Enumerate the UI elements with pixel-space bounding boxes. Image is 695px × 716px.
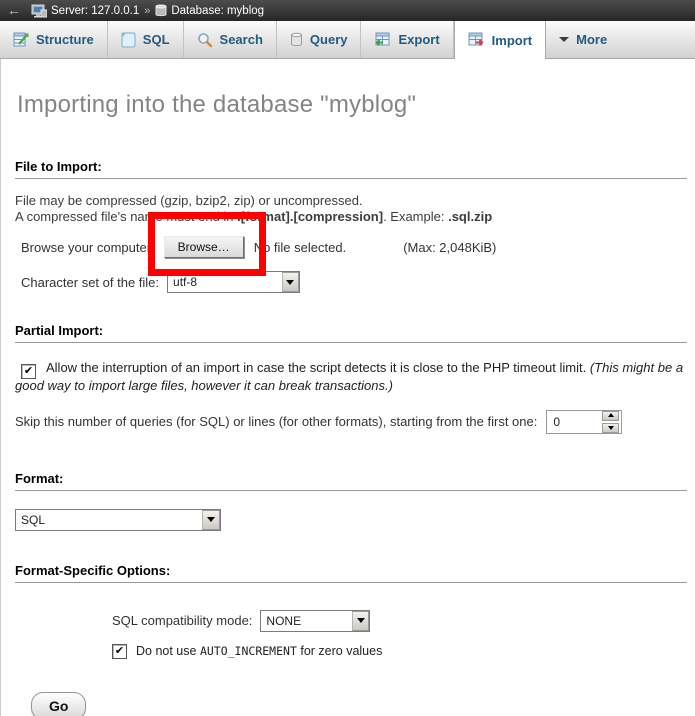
export-table-icon bbox=[374, 32, 391, 48]
import-page: Importing into the database "myblog" Fil… bbox=[0, 59, 695, 716]
sql-compatibility-row: SQL compatibility mode: NONE bbox=[112, 610, 689, 632]
tab-label: Export bbox=[398, 32, 439, 47]
compression-info: File may be compressed (gzip, bzip2, zip… bbox=[15, 193, 689, 225]
compression-info-line1: File may be compressed (gzip, bzip2, zip… bbox=[15, 193, 689, 209]
section-heading-format-options: Format-Specific Options: bbox=[15, 563, 687, 583]
browse-button[interactable]: Browse… bbox=[164, 236, 244, 258]
back-arrow-icon[interactable]: ← bbox=[7, 2, 25, 18]
sql-compatibility-select[interactable]: NONE bbox=[260, 610, 370, 632]
browse-label: Browse your computer: bbox=[21, 240, 155, 255]
tab-query[interactable]: Query bbox=[277, 21, 362, 58]
format-selected-value: SQL bbox=[16, 513, 202, 527]
select-dropdown-arrow-icon[interactable] bbox=[202, 510, 220, 530]
allow-interruption-checkbox[interactable]: ✔ bbox=[21, 364, 36, 379]
tab-label: Import bbox=[492, 33, 532, 48]
page-title: Importing into the database "myblog" bbox=[15, 59, 689, 119]
tab-label: Query bbox=[310, 32, 348, 47]
breadcrumb-separator: » bbox=[144, 5, 150, 17]
tab-label: Structure bbox=[36, 32, 94, 47]
section-heading-file-to-import: File to Import: bbox=[15, 159, 687, 179]
spinner-down-icon[interactable] bbox=[602, 423, 619, 433]
section-heading-partial-import: Partial Import: bbox=[15, 323, 687, 343]
tab-structure[interactable]: Structure bbox=[0, 21, 108, 58]
select-dropdown-arrow-icon[interactable] bbox=[352, 611, 369, 631]
skip-queries-label: Skip this number of queries (for SQL) or… bbox=[15, 414, 537, 429]
sql-scroll-icon bbox=[121, 32, 136, 48]
compression-info-line2: A compressed file's name must end in .[f… bbox=[15, 209, 689, 225]
select-dropdown-arrow-icon[interactable] bbox=[282, 272, 299, 292]
charset-select[interactable]: utf-8 bbox=[167, 271, 300, 293]
search-magnifier-icon bbox=[197, 32, 213, 48]
skip-queries-value: 0 bbox=[553, 415, 560, 429]
breadcrumb-database-label: Database: myblog bbox=[171, 5, 264, 17]
max-upload-size: (Max: 2,048KiB) bbox=[403, 240, 496, 255]
go-button[interactable]: Go bbox=[31, 692, 86, 716]
breadcrumb-server[interactable]: Server: 127.0.0.1 bbox=[31, 4, 139, 18]
tab-search[interactable]: Search bbox=[184, 21, 277, 58]
spinner-up-icon[interactable] bbox=[602, 411, 619, 421]
section-heading-format: Format: bbox=[15, 471, 687, 491]
charset-label: Character set of the file: bbox=[21, 275, 159, 290]
breadcrumb-bar: ← Server: 127.0.0.1 » Database: myblog bbox=[0, 0, 695, 21]
auto-increment-row: ✔ Do not use AUTO_INCREMENT for zero val… bbox=[112, 644, 689, 659]
no-file-selected-text: No file selected. bbox=[254, 240, 347, 255]
sql-compatibility-value: NONE bbox=[261, 614, 352, 628]
tab-export[interactable]: Export bbox=[361, 21, 453, 58]
allow-interruption-label: Allow the interruption of an import in c… bbox=[46, 360, 590, 375]
tab-more[interactable]: More bbox=[546, 21, 620, 58]
allow-interruption-row: ✔ Allow the interruption of an import in … bbox=[15, 359, 689, 395]
browse-row: Browse your computer: Browse… No file se… bbox=[21, 236, 689, 258]
tab-bar: Structure SQL Search Query bbox=[0, 21, 695, 59]
charset-selected-value: utf-8 bbox=[168, 275, 282, 289]
charset-row: Character set of the file: utf-8 bbox=[21, 271, 689, 293]
server-icon bbox=[31, 4, 47, 18]
tab-label: More bbox=[576, 32, 607, 47]
auto-increment-label: Do not use AUTO_INCREMENT for zero value… bbox=[136, 644, 382, 658]
skip-queries-row: Skip this number of queries (for SQL) or… bbox=[15, 410, 689, 434]
skip-queries-input[interactable]: 0 bbox=[546, 410, 622, 434]
import-table-icon bbox=[468, 32, 485, 48]
auto-increment-checkbox[interactable]: ✔ bbox=[112, 644, 127, 659]
sql-compatibility-label: SQL compatibility mode: bbox=[112, 613, 252, 628]
format-select[interactable]: SQL bbox=[15, 509, 221, 531]
tab-label: Search bbox=[220, 32, 263, 47]
tab-label: SQL bbox=[143, 32, 170, 47]
tab-import[interactable]: Import bbox=[454, 21, 546, 59]
tab-sql[interactable]: SQL bbox=[108, 21, 184, 58]
breadcrumb-database[interactable]: Database: myblog bbox=[155, 4, 264, 17]
structure-table-icon bbox=[13, 32, 29, 48]
breadcrumb-server-label: Server: 127.0.0.1 bbox=[51, 5, 139, 17]
database-icon bbox=[155, 4, 167, 17]
query-database-icon bbox=[290, 32, 303, 47]
chevron-down-icon bbox=[559, 37, 569, 47]
